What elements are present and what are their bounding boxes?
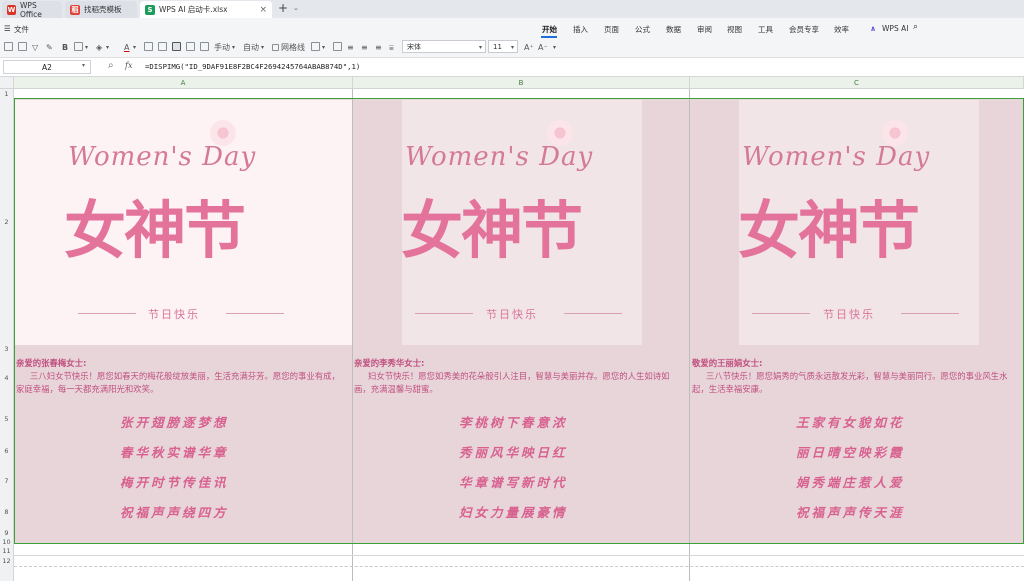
row-header-12[interactable]: 12 <box>0 555 14 581</box>
chevron-down-icon[interactable]: ▾ <box>232 42 235 53</box>
file-menu[interactable]: 文件 <box>14 24 29 35</box>
tab-label: 找稻壳模板 <box>84 5 122 14</box>
paste-icon[interactable] <box>4 42 13 51</box>
format-painter-icon[interactable]: ✎ <box>46 42 53 53</box>
row-header-9[interactable]: 9 <box>0 528 14 538</box>
align-center-icon[interactable]: ≡ <box>361 42 368 53</box>
manual-button[interactable]: 手动 <box>214 42 230 53</box>
zoom-icon[interactable]: ⌕ <box>108 60 114 71</box>
menu-insert[interactable]: 插入 <box>573 24 588 35</box>
auto-button[interactable]: 自动 <box>243 42 259 53</box>
wps-logo-icon: W <box>7 4 17 15</box>
border-icon[interactable] <box>74 42 83 51</box>
row-header-3[interactable]: 3 <box>0 345 14 353</box>
wrap-icon[interactable] <box>144 42 153 51</box>
chevron-down-icon[interactable]: ▾ <box>106 42 109 53</box>
font-color-icon[interactable]: A <box>124 42 129 53</box>
merge-icon[interactable] <box>158 42 167 51</box>
menu-tools[interactable]: 工具 <box>758 24 773 35</box>
hamburger-icon[interactable]: ☰ <box>4 24 11 33</box>
menu-member[interactable]: 会员专享 <box>789 24 819 35</box>
formula-input[interactable]: =DISPIMG("ID_9DAF91E8F2BC4F2694245764ABA… <box>145 62 360 71</box>
page-break-line <box>14 566 1024 567</box>
col-width-icon[interactable] <box>186 42 195 51</box>
row-header-1[interactable]: 1 <box>0 89 14 99</box>
chevron-down-icon[interactable]: ▾ <box>133 42 136 53</box>
chevron-down-icon[interactable]: ▾ <box>553 42 556 53</box>
column-header-b[interactable]: B <box>353 77 690 89</box>
docer-logo-icon: 稻 <box>70 4 80 15</box>
selection-border <box>14 98 1024 544</box>
column-header-a[interactable]: A <box>14 77 353 89</box>
row-header-5[interactable]: 5 <box>0 402 14 436</box>
row-header-4[interactable]: 4 <box>0 353 14 402</box>
tab-template[interactable]: 稻 找稻壳模板 <box>65 1 137 18</box>
menu-efficiency[interactable]: 效率 <box>834 24 849 35</box>
font-family-select[interactable]: 宋体 <box>402 40 486 53</box>
tab-label: WPS AI 启动卡.xlsx <box>159 5 228 14</box>
close-tab-icon[interactable]: × <box>259 5 267 15</box>
chevron-down-icon[interactable]: ▾ <box>261 42 264 53</box>
fill-color-icon[interactable]: ◈ <box>96 42 102 53</box>
menu-view[interactable]: 视图 <box>727 24 742 35</box>
chevron-down-icon[interactable]: ▾ <box>511 42 514 53</box>
chevron-down-icon[interactable]: ▾ <box>85 42 88 53</box>
menu-page[interactable]: 页面 <box>604 24 619 35</box>
menu-data[interactable]: 数据 <box>666 24 681 35</box>
chevron-down-icon[interactable]: ▾ <box>322 42 325 53</box>
menu-formula[interactable]: 公式 <box>635 24 650 35</box>
menu-review[interactable]: 审阅 <box>697 24 712 35</box>
sheet-logo-icon: S <box>145 4 155 15</box>
fx-icon[interactable]: fx <box>125 61 132 70</box>
chevron-down-icon[interactable]: ⌄ <box>293 4 299 12</box>
freeze-icon[interactable] <box>333 42 342 51</box>
column-header-c[interactable]: C <box>690 77 1024 89</box>
menu-wps-ai[interactable]: WPS AI <box>882 24 908 33</box>
row-header-6[interactable]: 6 <box>0 436 14 466</box>
align-right-icon[interactable]: ≡ <box>375 42 382 53</box>
decrease-font-icon[interactable]: A⁻ <box>538 42 548 53</box>
fit-icon[interactable] <box>200 42 209 51</box>
row-header-8[interactable]: 8 <box>0 496 14 528</box>
row-gridline <box>14 555 1024 556</box>
row-height-icon[interactable] <box>172 42 181 51</box>
bold-icon[interactable]: B <box>62 42 68 53</box>
align-left-icon[interactable]: ≡ <box>347 42 354 53</box>
tab-label: WPS Office <box>20 0 42 19</box>
tab-wps-office[interactable]: W WPS Office <box>2 0 62 19</box>
chevron-down-icon[interactable]: ▾ <box>479 42 482 53</box>
tab-workbook[interactable]: S WPS AI 启动卡.xlsx × <box>140 1 272 18</box>
filter-icon[interactable]: ▽ <box>32 42 38 53</box>
row-header-2[interactable]: 2 <box>0 99 14 345</box>
chevron-down-icon[interactable]: ▾ <box>82 62 85 69</box>
name-box[interactable]: A2 <box>3 60 91 74</box>
menu-start[interactable]: 开始 <box>542 24 557 35</box>
table-icon[interactable] <box>311 42 320 51</box>
row-header-10[interactable]: 10 <box>0 538 14 546</box>
active-menu-indicator <box>541 36 557 38</box>
new-tab-button[interactable]: + <box>278 1 288 15</box>
gridlines-checkbox[interactable] <box>272 44 279 51</box>
copy-icon[interactable] <box>18 42 27 51</box>
select-all-corner[interactable] <box>0 77 14 89</box>
gridlines-label: 网格线 <box>281 43 305 52</box>
row-header-11[interactable]: 11 <box>0 546 14 555</box>
align-top-icon[interactable]: ⩸ <box>389 42 394 53</box>
search-icon[interactable]: ⌕ <box>913 22 918 32</box>
row-header-7[interactable]: 7 <box>0 466 14 496</box>
wps-ai-logo-icon: ∧ <box>870 24 877 33</box>
increase-font-icon[interactable]: A⁺ <box>524 42 534 53</box>
